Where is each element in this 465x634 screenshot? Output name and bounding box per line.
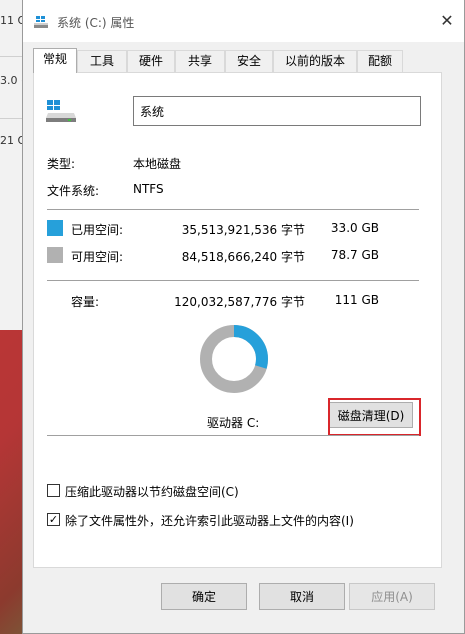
cancel-button[interactable]: 取消	[259, 583, 345, 610]
apply-button[interactable]: 应用(A)	[349, 583, 435, 610]
compress-checkbox[interactable]	[47, 484, 60, 497]
tab-quota[interactable]: 配额	[357, 50, 403, 72]
tab-previous-versions[interactable]: 以前的版本	[273, 50, 357, 72]
index-label: 除了文件属性外，还允许索引此驱动器上文件的内容(I)	[65, 514, 354, 528]
usage-donut-chart	[200, 325, 268, 393]
divider	[47, 435, 419, 436]
highlight-box	[328, 398, 421, 436]
ok-button[interactable]: 确定	[161, 583, 247, 610]
type-label: 类型:	[47, 157, 76, 171]
used-space-label: 已用空间:	[71, 223, 124, 237]
tab-security[interactable]: 安全	[225, 50, 273, 72]
drive-icon	[46, 100, 76, 122]
type-value: 本地磁盘	[133, 157, 182, 171]
capacity-size: 111 GB	[334, 293, 379, 307]
check-icon: ✓	[48, 513, 59, 526]
window-title: 系统 (C:) 属性	[57, 16, 135, 30]
tab-hardware[interactable]: 硬件	[127, 50, 175, 72]
free-space-bytes: 84,518,666,240 字节	[181, 250, 305, 264]
tab-general[interactable]: 常规	[33, 48, 77, 73]
index-checkbox[interactable]: ✓	[47, 513, 60, 526]
drive-letter-label: 驱动器 C:	[207, 416, 260, 430]
free-space-label: 可用空间:	[71, 250, 124, 264]
capacity-bytes: 120,032,587,776 字节	[174, 295, 305, 309]
used-space-swatch	[47, 220, 63, 236]
tab-sharing[interactable]: 共享	[175, 50, 225, 72]
free-space-size: 78.7 GB	[330, 248, 379, 262]
properties-dialog: 系统 (C:) 属性 ✕ 常规 工具 硬件 共享 安全 以前的版本 配额 类型:…	[22, 0, 465, 634]
divider	[47, 280, 419, 281]
used-space-bytes: 35,513,921,536 字节	[181, 223, 305, 237]
filesystem-value: NTFS	[133, 182, 164, 196]
divider	[47, 209, 419, 210]
close-button[interactable]: ✕	[430, 6, 464, 34]
tab-tools[interactable]: 工具	[77, 50, 127, 72]
capacity-label: 容量:	[71, 295, 100, 309]
close-icon: ✕	[440, 10, 454, 30]
filesystem-label: 文件系统:	[47, 184, 100, 198]
used-space-size: 33.0 GB	[330, 221, 379, 235]
title-bar[interactable]: 系统 (C:) 属性 ✕	[23, 0, 464, 42]
compress-label: 压缩此驱动器以节约磁盘空间(C)	[65, 485, 239, 499]
free-space-swatch	[47, 247, 63, 263]
drive-icon	[34, 16, 48, 28]
drive-name-field[interactable]	[133, 96, 421, 126]
